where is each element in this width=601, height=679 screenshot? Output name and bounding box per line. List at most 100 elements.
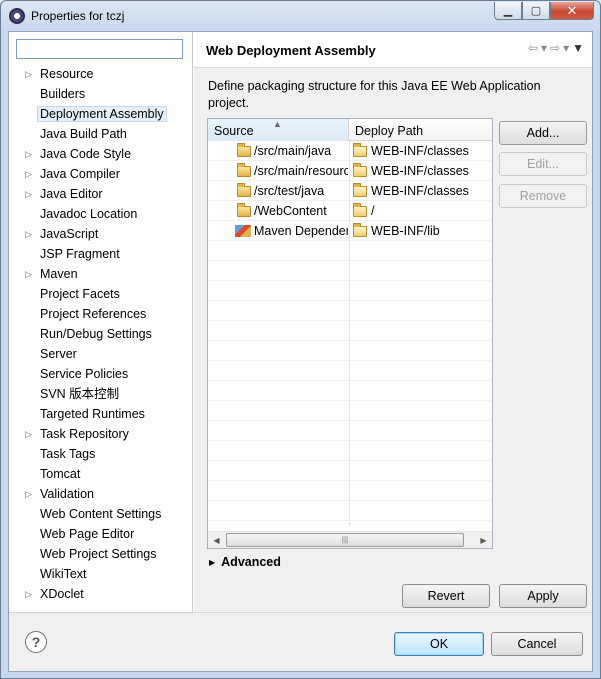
expand-arrow-icon[interactable]: ▷ <box>25 144 32 164</box>
tree-item[interactable]: JSP Fragment <box>9 244 193 264</box>
scroll-left-icon[interactable]: ◀ <box>208 532 225 549</box>
folder-icon <box>237 163 251 177</box>
column-header-source[interactable]: ▲ Source <box>208 119 349 141</box>
tree-item[interactable]: Web Content Settings <box>9 504 193 524</box>
tree-item[interactable]: SVN 版本控制 <box>9 384 193 404</box>
expand-arrow-icon[interactable]: ▷ <box>25 64 32 84</box>
advanced-section-toggle[interactable]: ▶ Advanced <box>209 555 281 569</box>
tree-item-label: SVN 版本控制 <box>40 387 120 401</box>
help-icon[interactable]: ? <box>25 631 47 653</box>
tree-item-label: Web Project Settings <box>40 547 157 561</box>
expand-arrow-icon[interactable]: ▷ <box>25 424 32 444</box>
ok-button[interactable]: OK <box>394 632 484 656</box>
source-cell: /WebContent <box>234 201 348 221</box>
tree-item[interactable]: WikiText <box>9 564 193 584</box>
expand-arrow-icon[interactable]: ▷ <box>25 484 32 504</box>
edit-button[interactable]: Edit... <box>499 152 587 176</box>
folder-icon <box>353 163 367 177</box>
tree-item[interactable]: ▷ Java Code Style <box>9 144 193 164</box>
source-cell: /src/test/java <box>234 181 348 201</box>
tree-item[interactable]: Project Facets <box>9 284 193 304</box>
tree-item[interactable]: Deployment Assembly <box>9 104 193 124</box>
empty-table-row <box>208 321 492 341</box>
tree-item[interactable]: ▷ JavaScript <box>9 224 193 244</box>
tree-item[interactable]: Tomcat <box>9 464 193 484</box>
tree-item[interactable]: Run/Debug Settings <box>9 324 193 344</box>
close-button[interactable]: ✕ <box>550 2 594 20</box>
tree-item-label: Javadoc Location <box>40 207 138 221</box>
source-path: /WebContent <box>254 204 327 218</box>
apply-button[interactable]: Apply <box>499 584 587 608</box>
back-dropdown-icon[interactable]: ▾ <box>541 41 547 55</box>
view-menu-icon[interactable]: ▼ <box>572 41 584 55</box>
scroll-right-icon[interactable]: ▶ <box>475 532 492 549</box>
minimize-button[interactable]: ▁ <box>494 2 522 20</box>
back-arrow-icon[interactable]: ⇦ <box>528 41 538 55</box>
source-cell: Maven Dependencies <box>234 221 348 241</box>
horizontal-scrollbar[interactable]: ◀ ||| ▶ <box>208 531 492 548</box>
forward-arrow-icon[interactable]: ⇨ <box>550 41 560 55</box>
tree-item[interactable]: ▷ Validation <box>9 484 193 504</box>
tree-item[interactable]: Targeted Runtimes <box>9 404 193 424</box>
source-cell: /src/main/resources <box>234 161 348 181</box>
page-description: Define packaging structure for this Java… <box>208 79 541 110</box>
tree-item-label: Task Repository <box>40 427 129 441</box>
tree-item[interactable]: Builders <box>9 84 193 104</box>
tree-item[interactable]: Service Policies <box>9 364 193 384</box>
expand-arrow-icon[interactable]: ▷ <box>25 164 32 184</box>
tree-item-label: Project References <box>40 307 147 321</box>
empty-table-row <box>208 301 492 321</box>
tree-item[interactable]: Web Page Editor <box>9 524 193 544</box>
tree-item-label: Server <box>40 347 77 361</box>
tree-item[interactable]: Project References <box>9 304 193 324</box>
tree-item-label: Run/Debug Settings <box>40 327 152 341</box>
table-row[interactable]: /src/test/java WEB-INF/classes <box>208 181 492 201</box>
tree-item[interactable]: Task Tags <box>9 444 193 464</box>
empty-table-row <box>208 261 492 281</box>
add-button[interactable]: Add... <box>499 121 587 145</box>
expand-arrow-icon[interactable]: ▷ <box>25 584 32 604</box>
tree-item[interactable]: ▷ Maven <box>9 264 193 284</box>
tree-item[interactable]: ▷ Java Editor <box>9 184 193 204</box>
tree-item[interactable]: Web Project Settings <box>9 544 193 564</box>
source-path: /src/main/resources <box>254 164 348 178</box>
tree-item-label: Web Page Editor <box>40 527 135 541</box>
eclipse-icon <box>9 8 25 24</box>
forward-dropdown-icon[interactable]: ▾ <box>563 41 569 55</box>
dialog-content: ▷ Resource Builders Deployment Assembly Java… <box>8 31 593 672</box>
tree-item[interactable]: Server <box>9 344 193 364</box>
tree-item-label: JavaScript <box>40 227 99 241</box>
property-tree: ▷ Resource Builders Deployment Assembly Java… <box>9 64 193 604</box>
table-row[interactable]: /WebContent / <box>208 201 492 221</box>
tree-item-label: Project Facets <box>40 287 120 301</box>
tree-item[interactable]: Java Build Path <box>9 124 193 144</box>
tree-item[interactable]: ▷ Java Compiler <box>9 164 193 184</box>
tree-item-label: Validation <box>40 487 94 501</box>
tree-item[interactable]: Javadoc Location <box>9 204 193 224</box>
tree-item[interactable]: ▷ XDoclet <box>9 584 193 604</box>
expand-arrow-icon[interactable]: ▷ <box>25 184 32 204</box>
deploy-cell: WEB-INF/classes <box>349 141 492 161</box>
maven-library-icon <box>235 225 251 237</box>
remove-button[interactable]: Remove <box>499 184 587 208</box>
sort-ascending-icon: ▲ <box>273 119 282 129</box>
tree-item[interactable]: ▷ Task Repository <box>9 424 193 444</box>
expand-arrow-icon[interactable]: ▷ <box>25 224 32 244</box>
page-navigation: ⇦ ▾ ⇨ ▾ ▼ <box>528 41 584 55</box>
column-header-deploy-path[interactable]: Deploy Path <box>349 119 492 141</box>
table-row[interactable]: /src/main/resources WEB-INF/classes <box>208 161 492 181</box>
tree-item-label: Java Editor <box>40 187 103 201</box>
scrollbar-thumb[interactable]: ||| <box>226 533 464 547</box>
expand-arrow-icon[interactable]: ▷ <box>25 264 32 284</box>
revert-button[interactable]: Revert <box>402 584 490 608</box>
title-bar[interactable]: Properties for tczj ▁ ▢ ✕ <box>1 1 600 31</box>
tree-item[interactable]: ▷ Resource <box>9 64 193 84</box>
table-row[interactable]: /src/main/java WEB-INF/classes <box>208 141 492 161</box>
maximize-button[interactable]: ▢ <box>522 2 550 20</box>
table-row[interactable]: Maven Dependencies WEB-INF/lib <box>208 221 492 241</box>
tree-item-label: XDoclet <box>40 587 84 601</box>
cancel-button[interactable]: Cancel <box>491 632 583 656</box>
folder-icon <box>353 183 367 197</box>
assembly-table: ▲ Source Deploy Path /src/main/java WEB-I… <box>207 118 493 549</box>
filter-input[interactable] <box>16 39 183 59</box>
